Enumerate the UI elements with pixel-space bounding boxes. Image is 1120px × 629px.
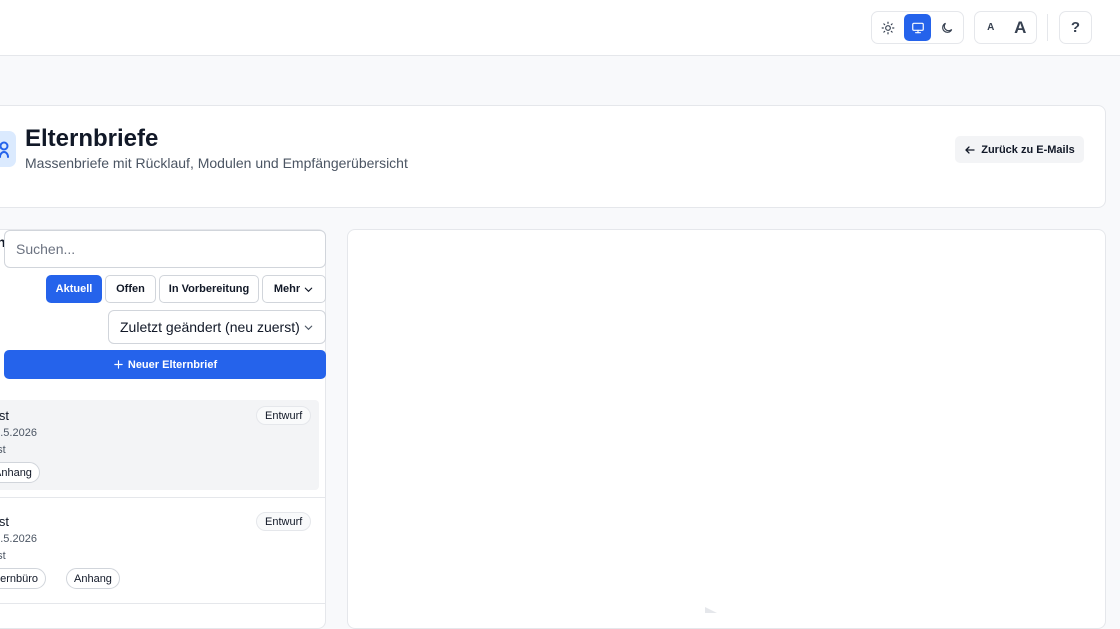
page-title: Elternbriefe bbox=[25, 125, 159, 152]
search-input[interactable] bbox=[4, 230, 326, 268]
list-item[interactable]: test 19.5.2026 test Entwurf Lernbüro Anh… bbox=[0, 498, 326, 604]
back-to-emails-button[interactable]: Zurück zu E-Mails bbox=[955, 136, 1084, 163]
font-larger-button[interactable]: A bbox=[1007, 14, 1035, 41]
chevron-down-icon bbox=[304, 325, 313, 330]
item-date: 19.5.2026 bbox=[0, 533, 37, 545]
back-button-label: Zurück zu E-Mails bbox=[981, 143, 1075, 156]
top-bar: A A ? bbox=[0, 0, 1120, 56]
filter-current[interactable]: Aktuell bbox=[46, 275, 102, 303]
status-badge: Entwurf bbox=[256, 512, 312, 531]
theme-switcher bbox=[871, 11, 964, 44]
new-letter-label: Neuer Elternbrief bbox=[127, 358, 218, 371]
help-button[interactable]: ? bbox=[1062, 14, 1089, 41]
item-title: test bbox=[0, 408, 9, 423]
help-group: ? bbox=[1059, 11, 1092, 44]
users-icon bbox=[0, 141, 9, 158]
plus-icon bbox=[114, 360, 123, 369]
font-smaller-button[interactable]: A bbox=[977, 14, 1005, 41]
sun-icon bbox=[881, 21, 895, 34]
filter-more-dropdown[interactable]: Mehr bbox=[262, 275, 326, 303]
item-author: test bbox=[0, 444, 6, 456]
letter-detail-panel bbox=[347, 229, 1106, 629]
chevron-down-icon bbox=[304, 287, 313, 292]
dark-theme-button[interactable] bbox=[933, 14, 961, 41]
filter-in-preparation[interactable]: In Vorbereitung bbox=[159, 275, 259, 303]
status-badge: Entwurf bbox=[256, 406, 312, 425]
filter-open[interactable]: Offen bbox=[105, 275, 156, 303]
item-tag: Anhang bbox=[66, 568, 120, 589]
new-letter-button[interactable]: Neuer Elternbrief bbox=[4, 350, 326, 379]
item-tag: Lernbüro bbox=[0, 568, 47, 589]
light-theme-button[interactable] bbox=[874, 14, 902, 41]
arrow-left-icon bbox=[965, 145, 975, 154]
item-tag: Anhang bbox=[0, 462, 40, 483]
system-theme-button[interactable] bbox=[903, 14, 932, 41]
toolbar-divider bbox=[1047, 14, 1048, 41]
item-title: test bbox=[0, 514, 9, 529]
moon-icon bbox=[942, 22, 953, 33]
sort-select-value: Zuletzt geändert (neu zuerst) bbox=[120, 319, 300, 335]
list-item[interactable]: test 19.5.2026 test Entwurf Anhang bbox=[0, 392, 326, 498]
monitor-icon bbox=[911, 22, 924, 33]
header-icon-badge bbox=[0, 131, 16, 167]
item-author: test bbox=[0, 550, 6, 562]
font-size-switcher: A A bbox=[974, 11, 1037, 44]
item-date: 19.5.2026 bbox=[0, 427, 37, 439]
sort-select[interactable]: Zuletzt geändert (neu zuerst) bbox=[108, 310, 326, 344]
filter-more-label: Mehr bbox=[273, 283, 301, 295]
page-subtitle: Massenbriefe mit Rücklauf, Modulen und E… bbox=[25, 155, 408, 171]
